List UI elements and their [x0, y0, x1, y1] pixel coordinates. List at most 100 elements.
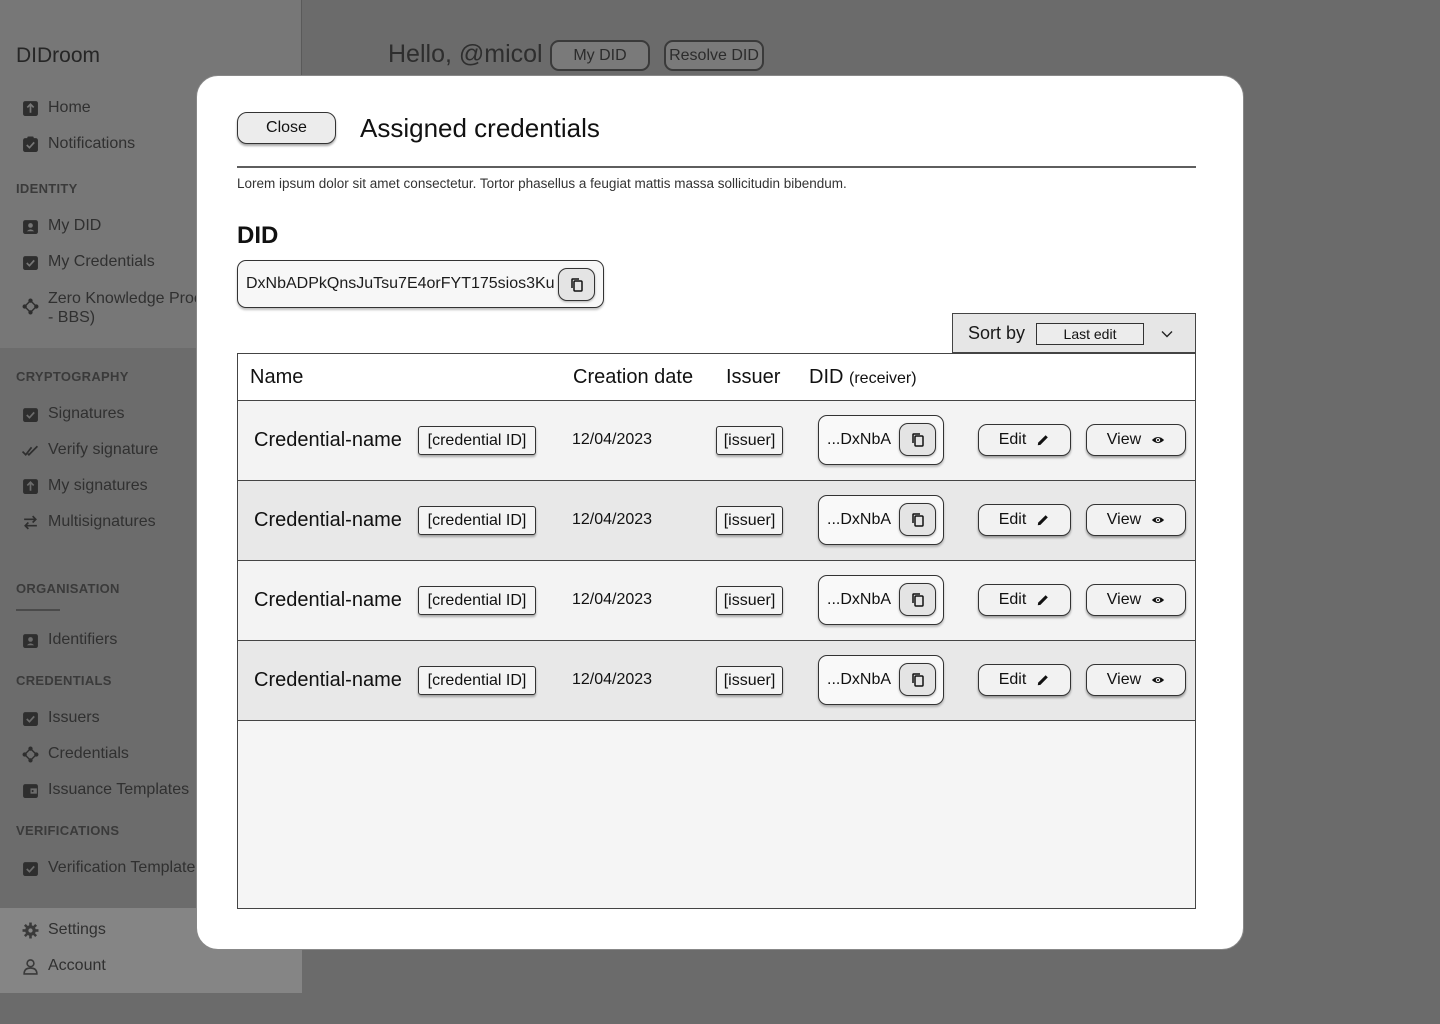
sidebar-item-my-signatures[interactable]: My signatures	[22, 477, 148, 495]
sort-label: Sort by	[968, 322, 1026, 343]
sidebar-item-identifiers[interactable]: Identifiers	[22, 631, 117, 649]
sidebar-item-issuers[interactable]: Issuers	[22, 709, 100, 727]
header-creation-date[interactable]: Creation date	[573, 366, 693, 389]
copy-did-button[interactable]	[899, 423, 936, 456]
section-credentials: CREDENTIALS	[16, 673, 112, 688]
view-button[interactable]: View	[1086, 504, 1186, 536]
modal-title: Assigned credentials	[360, 113, 600, 143]
sidebar-item-label: Signatures	[48, 405, 125, 422]
sort-control: Sort by Last edit	[952, 313, 1196, 353]
credentials-table: Name Creation date Issuer DID (receiver)…	[237, 353, 1196, 909]
sidebar-item-my-credentials[interactable]: My Credentials	[22, 253, 155, 271]
edit-button[interactable]: Edit	[978, 584, 1071, 616]
copy-icon	[911, 432, 924, 447]
issuer-chip: [issuer]	[716, 506, 783, 535]
copy-did-button[interactable]	[899, 663, 936, 696]
copy-did-button[interactable]	[558, 268, 595, 301]
zk-label-line1: Zero Knowledge Proc	[48, 290, 202, 307]
did-value[interactable]: DxNbADPkQnsJuTsu7E4orFYT175sios3Ku	[246, 275, 555, 293]
copy-did-button[interactable]	[899, 503, 936, 536]
sidebar-item-label: Notifications	[48, 135, 136, 152]
table-row: Credential-name [credential ID] 12/04/20…	[238, 481, 1195, 561]
sidebar-item-label: My signatures	[48, 477, 148, 494]
edit-button[interactable]: Edit	[978, 424, 1071, 456]
sidebar-item-label: Verify signature	[48, 441, 159, 458]
issuer-chip: [issuer]	[716, 586, 783, 615]
sidebar-item-settings[interactable]: Settings	[22, 921, 106, 939]
sort-select[interactable]: Last edit	[1036, 323, 1144, 345]
credential-name: Credential-name	[254, 669, 402, 691]
sidebar-item-account[interactable]: Account	[22, 957, 106, 975]
header-name[interactable]: Name	[250, 366, 303, 389]
sidebar-item-zero-knowledge[interactable]: Zero Knowledge Proc - BBS)	[22, 289, 202, 327]
graph-icon	[22, 298, 39, 315]
copy-icon	[911, 512, 924, 527]
resolve-did-button[interactable]: Resolve DID	[664, 40, 764, 71]
brand-logo[interactable]: DIDroom	[16, 44, 100, 68]
section-underline	[16, 609, 60, 611]
sidebar-item-verification-template[interactable]: Verification Template	[22, 859, 195, 877]
sidebar-item-signatures[interactable]: Signatures	[22, 405, 125, 423]
zk-label-line2: - BBS)	[48, 309, 96, 326]
edit-label: Edit	[998, 591, 1027, 608]
section-organisation: ORGANISATION	[16, 581, 120, 596]
sidebar-item-multisignatures[interactable]: Multisignatures	[22, 513, 156, 531]
edit-button[interactable]: Edit	[978, 664, 1071, 696]
sidebar-item-label: Issuers	[48, 709, 100, 726]
copy-did-button[interactable]	[899, 583, 936, 616]
assigned-credentials-modal: Close Assigned credentials Lorem ipsum d…	[196, 75, 1244, 950]
section-verifications: VERIFICATIONS	[16, 823, 120, 838]
credential-id-chip: [credential ID]	[418, 426, 536, 455]
sidebar-item-label: Issuance Templates	[48, 781, 190, 798]
edit-button[interactable]: Edit	[978, 504, 1071, 536]
credential-id-chip: [credential ID]	[418, 506, 536, 535]
sidebar-item-verify-signature[interactable]: Verify signature	[22, 441, 158, 459]
view-button[interactable]: View	[1086, 664, 1186, 696]
did-heading: DID	[237, 222, 279, 249]
sidebar-item-notifications[interactable]: Notifications	[22, 135, 135, 153]
sidebar-item-label: Verification Template	[48, 859, 196, 876]
header-issuer[interactable]: Issuer	[726, 366, 780, 389]
table-row: Credential-name [credential ID] 12/04/20…	[238, 561, 1195, 641]
view-button[interactable]: View	[1086, 584, 1186, 616]
checklist-icon	[22, 710, 39, 727]
title-divider	[237, 166, 1196, 168]
did-receiver-cell: ...DxNbA	[818, 575, 944, 625]
view-button[interactable]: View	[1086, 424, 1186, 456]
header-did[interactable]: DID (receiver)	[809, 366, 917, 389]
creation-date: 12/04/2023	[572, 431, 653, 448]
eye-icon	[1152, 436, 1165, 444]
close-button[interactable]: Close	[237, 112, 336, 144]
issuer-chip: [issuer]	[716, 666, 783, 695]
sidebar-item-issuance-templates[interactable]: Issuance Templates	[22, 781, 189, 799]
sidebar-item-credentials[interactable]: Credentials	[22, 745, 129, 763]
did-receiver-cell: ...DxNbA	[818, 415, 944, 465]
view-label: View	[1106, 511, 1142, 528]
credential-id-chip: [credential ID]	[418, 666, 536, 695]
creation-date: 12/04/2023	[572, 591, 653, 608]
gear-icon	[22, 922, 39, 939]
credential-name: Credential-name	[254, 589, 402, 611]
badge-icon	[22, 218, 39, 235]
eye-icon	[1152, 596, 1165, 604]
checklist-icon	[22, 860, 39, 877]
view-label: View	[1106, 431, 1142, 448]
did-field: DxNbADPkQnsJuTsu7E4orFYT175sios3Ku	[237, 260, 604, 308]
modal-description: Lorem ipsum dolor sit amet consectetur. …	[237, 176, 847, 191]
view-label: View	[1106, 591, 1142, 608]
did-receiver-cell: ...DxNbA	[818, 495, 944, 545]
my-did-button[interactable]: My DID	[550, 40, 650, 71]
sidebar-item-label: Credentials	[48, 745, 129, 762]
did-short: ...DxNbA	[827, 591, 892, 608]
sidebar-item-my-did[interactable]: My DID	[22, 217, 101, 235]
greeting: Hello, @micol	[388, 40, 543, 68]
checklist-icon	[22, 254, 39, 271]
chevron-down-icon[interactable]	[1159, 326, 1175, 342]
transfer-icon	[22, 514, 39, 531]
view-label: View	[1106, 671, 1142, 688]
eye-icon	[1152, 676, 1165, 684]
badge-icon	[22, 632, 39, 649]
edit-label: Edit	[998, 671, 1027, 688]
edit-label: Edit	[998, 511, 1027, 528]
sidebar-item-home[interactable]: Home	[22, 99, 91, 117]
